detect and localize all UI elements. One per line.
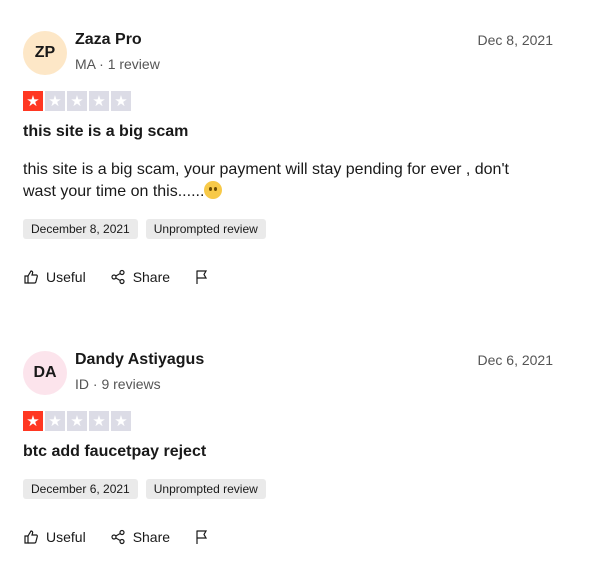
review-date: Dec 6, 2021	[477, 352, 554, 368]
useful-button[interactable]: Useful	[23, 269, 86, 285]
flag-icon	[194, 529, 210, 545]
useful-button[interactable]: Useful	[23, 529, 86, 545]
flag-icon	[194, 269, 210, 285]
star-icon: ★	[67, 411, 87, 431]
star-icon: ★	[89, 91, 109, 111]
reviewer-meta: MA · 1 review	[75, 56, 160, 72]
review-actions: Useful Share	[23, 529, 234, 545]
meta-separator: ·	[99, 56, 104, 72]
review-card: ZP Zaza Pro MA · 1 review Dec 8, 2021 ★ …	[23, 31, 553, 285]
star-icon: ★	[89, 411, 109, 431]
review-header: ZP Zaza Pro MA · 1 review Dec 8, 2021	[23, 31, 553, 81]
thumbs-up-icon	[23, 269, 39, 285]
useful-label: Useful	[46, 269, 86, 285]
star-icon: ★	[67, 91, 87, 111]
share-button[interactable]: Share	[110, 269, 170, 285]
review-tags: December 6, 2021 Unprompted review	[23, 479, 266, 499]
neutral-face-emoji-icon	[204, 181, 223, 199]
star-rating: ★ ★ ★ ★ ★	[23, 91, 131, 111]
reviewer-country: ID	[75, 376, 89, 392]
reviewer-country: MA	[75, 56, 96, 72]
star-icon: ★	[23, 91, 43, 111]
review-body-text: this site is a big scam, your payment wi…	[23, 161, 509, 200]
star-icon: ★	[23, 411, 43, 431]
review-title[interactable]: btc add faucetpay reject	[23, 443, 206, 461]
unprompted-review-tag[interactable]: Unprompted review	[145, 479, 266, 499]
review-date: Dec 8, 2021	[477, 32, 554, 48]
reviewer-review-count: 1 review	[107, 56, 160, 72]
flag-button[interactable]	[194, 529, 210, 545]
reviews-list: ZP Zaza Pro MA · 1 review Dec 8, 2021 ★ …	[0, 0, 593, 583]
useful-label: Useful	[46, 529, 86, 545]
review-title[interactable]: this site is a big scam	[23, 123, 188, 141]
reviewer-name[interactable]: Dandy Astiyagus	[75, 351, 204, 369]
share-label: Share	[132, 269, 171, 285]
review-body: this site is a big scam, your payment wi…	[23, 159, 543, 203]
avatar[interactable]: DA	[23, 351, 67, 395]
avatar[interactable]: ZP	[23, 31, 67, 75]
review-actions: Useful Share	[23, 269, 234, 285]
share-label: Share	[132, 529, 171, 545]
share-icon	[110, 269, 126, 285]
share-button[interactable]: Share	[110, 529, 170, 545]
experience-date-tag: December 6, 2021	[23, 479, 138, 499]
star-rating: ★ ★ ★ ★ ★	[23, 411, 131, 431]
review-header: DA Dandy Astiyagus ID · 9 reviews Dec 6,…	[23, 351, 553, 401]
meta-separator: ·	[92, 376, 98, 392]
thumbs-up-icon	[23, 529, 39, 545]
reviewer-meta: ID · 9 reviews	[75, 376, 161, 392]
star-icon: ★	[111, 411, 131, 431]
star-icon: ★	[111, 91, 131, 111]
share-icon	[110, 529, 126, 545]
flag-button[interactable]	[194, 269, 210, 285]
star-icon: ★	[45, 91, 65, 111]
star-icon: ★	[45, 411, 65, 431]
review-card: DA Dandy Astiyagus ID · 9 reviews Dec 6,…	[23, 351, 553, 545]
reviewer-name[interactable]: Zaza Pro	[75, 31, 142, 49]
experience-date-tag: December 8, 2021	[23, 219, 138, 239]
review-tags: December 8, 2021 Unprompted review	[23, 219, 266, 239]
unprompted-review-tag[interactable]: Unprompted review	[145, 219, 266, 239]
reviewer-review-count: 9 reviews	[101, 376, 161, 392]
